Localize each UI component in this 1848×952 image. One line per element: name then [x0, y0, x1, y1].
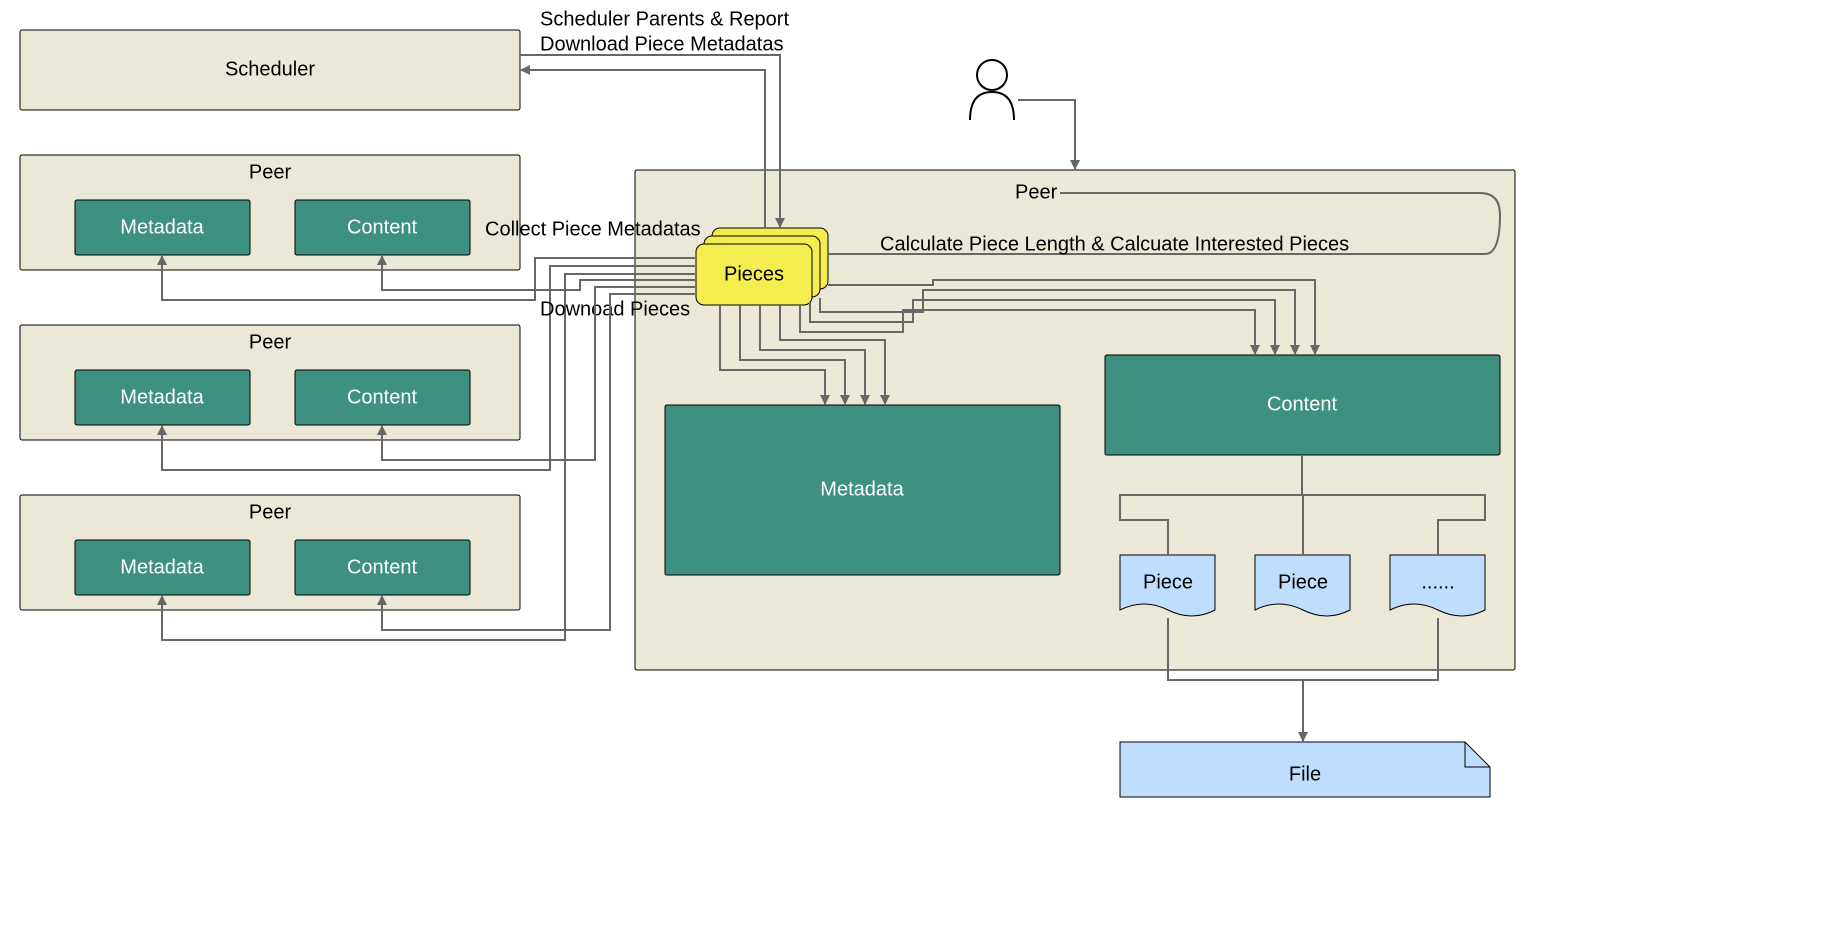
content-box: Content — [347, 386, 417, 408]
main-content-box: Content — [1105, 355, 1500, 455]
peer-title: Peer — [249, 501, 292, 523]
svg-text:......: ...... — [1421, 571, 1454, 593]
metadata-box: Metadata — [120, 556, 204, 578]
metadata-box: Metadata — [120, 386, 204, 408]
pieces-label: Pieces — [724, 263, 784, 285]
content-box: Content — [347, 216, 417, 238]
user-icon — [970, 60, 1014, 120]
arrow-user-to-peer — [1018, 100, 1075, 170]
file-box: File — [1120, 742, 1490, 797]
metadata-label: Metadata — [820, 478, 904, 500]
scheduler-title: Scheduler — [225, 58, 315, 80]
label-download-piece-meta: Download Piece Metadatas — [540, 33, 783, 55]
peer-box-1: Peer Metadata Content — [20, 325, 520, 440]
label-scheduler-report: Scheduler Parents & Report — [540, 8, 789, 30]
scheduler-box: Scheduler — [20, 30, 520, 110]
file-label: File — [1289, 763, 1321, 785]
peer-title: Peer — [249, 331, 292, 353]
peer-title: Peer — [249, 161, 292, 183]
peer-title: Peer — [1015, 181, 1058, 203]
pieces-stack: Pieces — [696, 228, 828, 305]
metadata-box: Metadata — [120, 216, 204, 238]
peer-box-0: Peer Metadata Content — [20, 155, 520, 270]
diagram-canvas: Scheduler Peer Metadata Content Peer Met… — [0, 0, 1540, 810]
main-metadata-box: Metadata — [665, 405, 1060, 575]
label-calculate: Calculate Piece Length & Calcuate Intere… — [880, 233, 1349, 255]
content-box: Content — [347, 556, 417, 578]
svg-text:Piece: Piece — [1278, 571, 1328, 593]
label-download-pieces: Downoad Pieces — [540, 298, 690, 320]
peer-box-2: Peer Metadata Content — [20, 495, 520, 610]
label-collect: Collect Piece Metadatas — [485, 218, 701, 240]
svg-text:Piece: Piece — [1143, 571, 1193, 593]
content-label: Content — [1267, 393, 1337, 415]
